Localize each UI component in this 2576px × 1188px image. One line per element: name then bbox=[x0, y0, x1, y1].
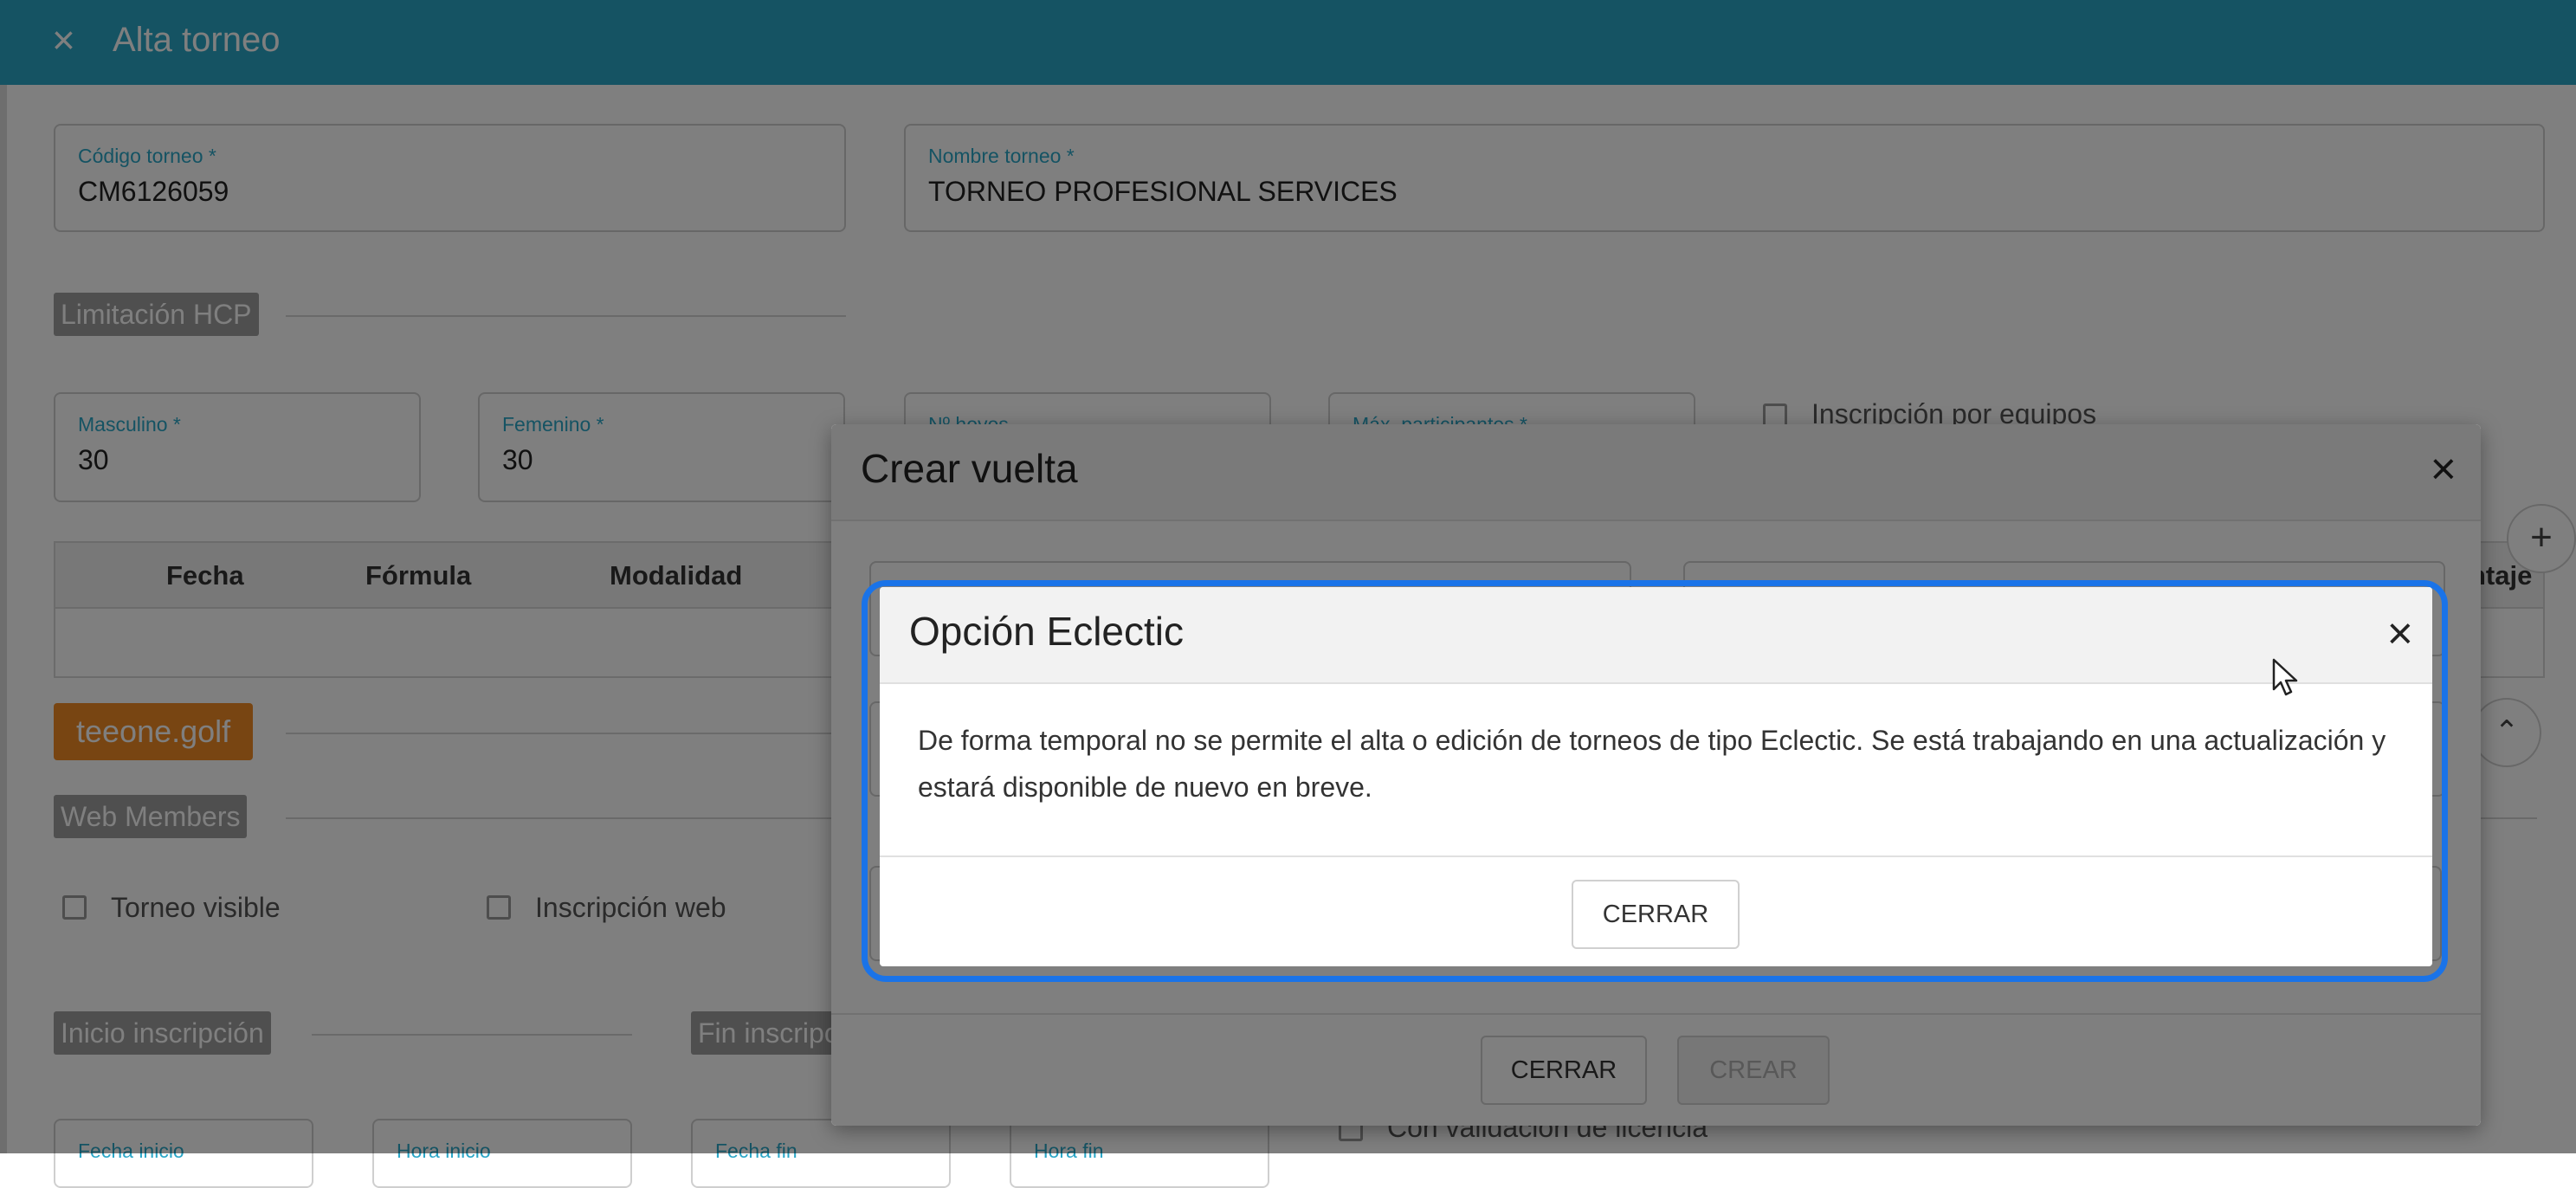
mouse-cursor-icon bbox=[2272, 658, 2298, 696]
close-icon[interactable]: × bbox=[2387, 608, 2413, 660]
eclectic-dialog-message: De forma temporal no se permite el alta … bbox=[918, 725, 2386, 803]
eclectic-dialog-title: Opción Eclectic bbox=[909, 609, 1185, 654]
eclectic-dialog-header: Opción Eclectic × bbox=[880, 587, 2432, 684]
eclectic-dialog: Opción Eclectic × De forma temporal no s… bbox=[880, 587, 2432, 966]
eclectic-dialog-footer: CERRAR bbox=[880, 855, 2432, 966]
cerrar-button[interactable]: CERRAR bbox=[1572, 880, 1740, 949]
